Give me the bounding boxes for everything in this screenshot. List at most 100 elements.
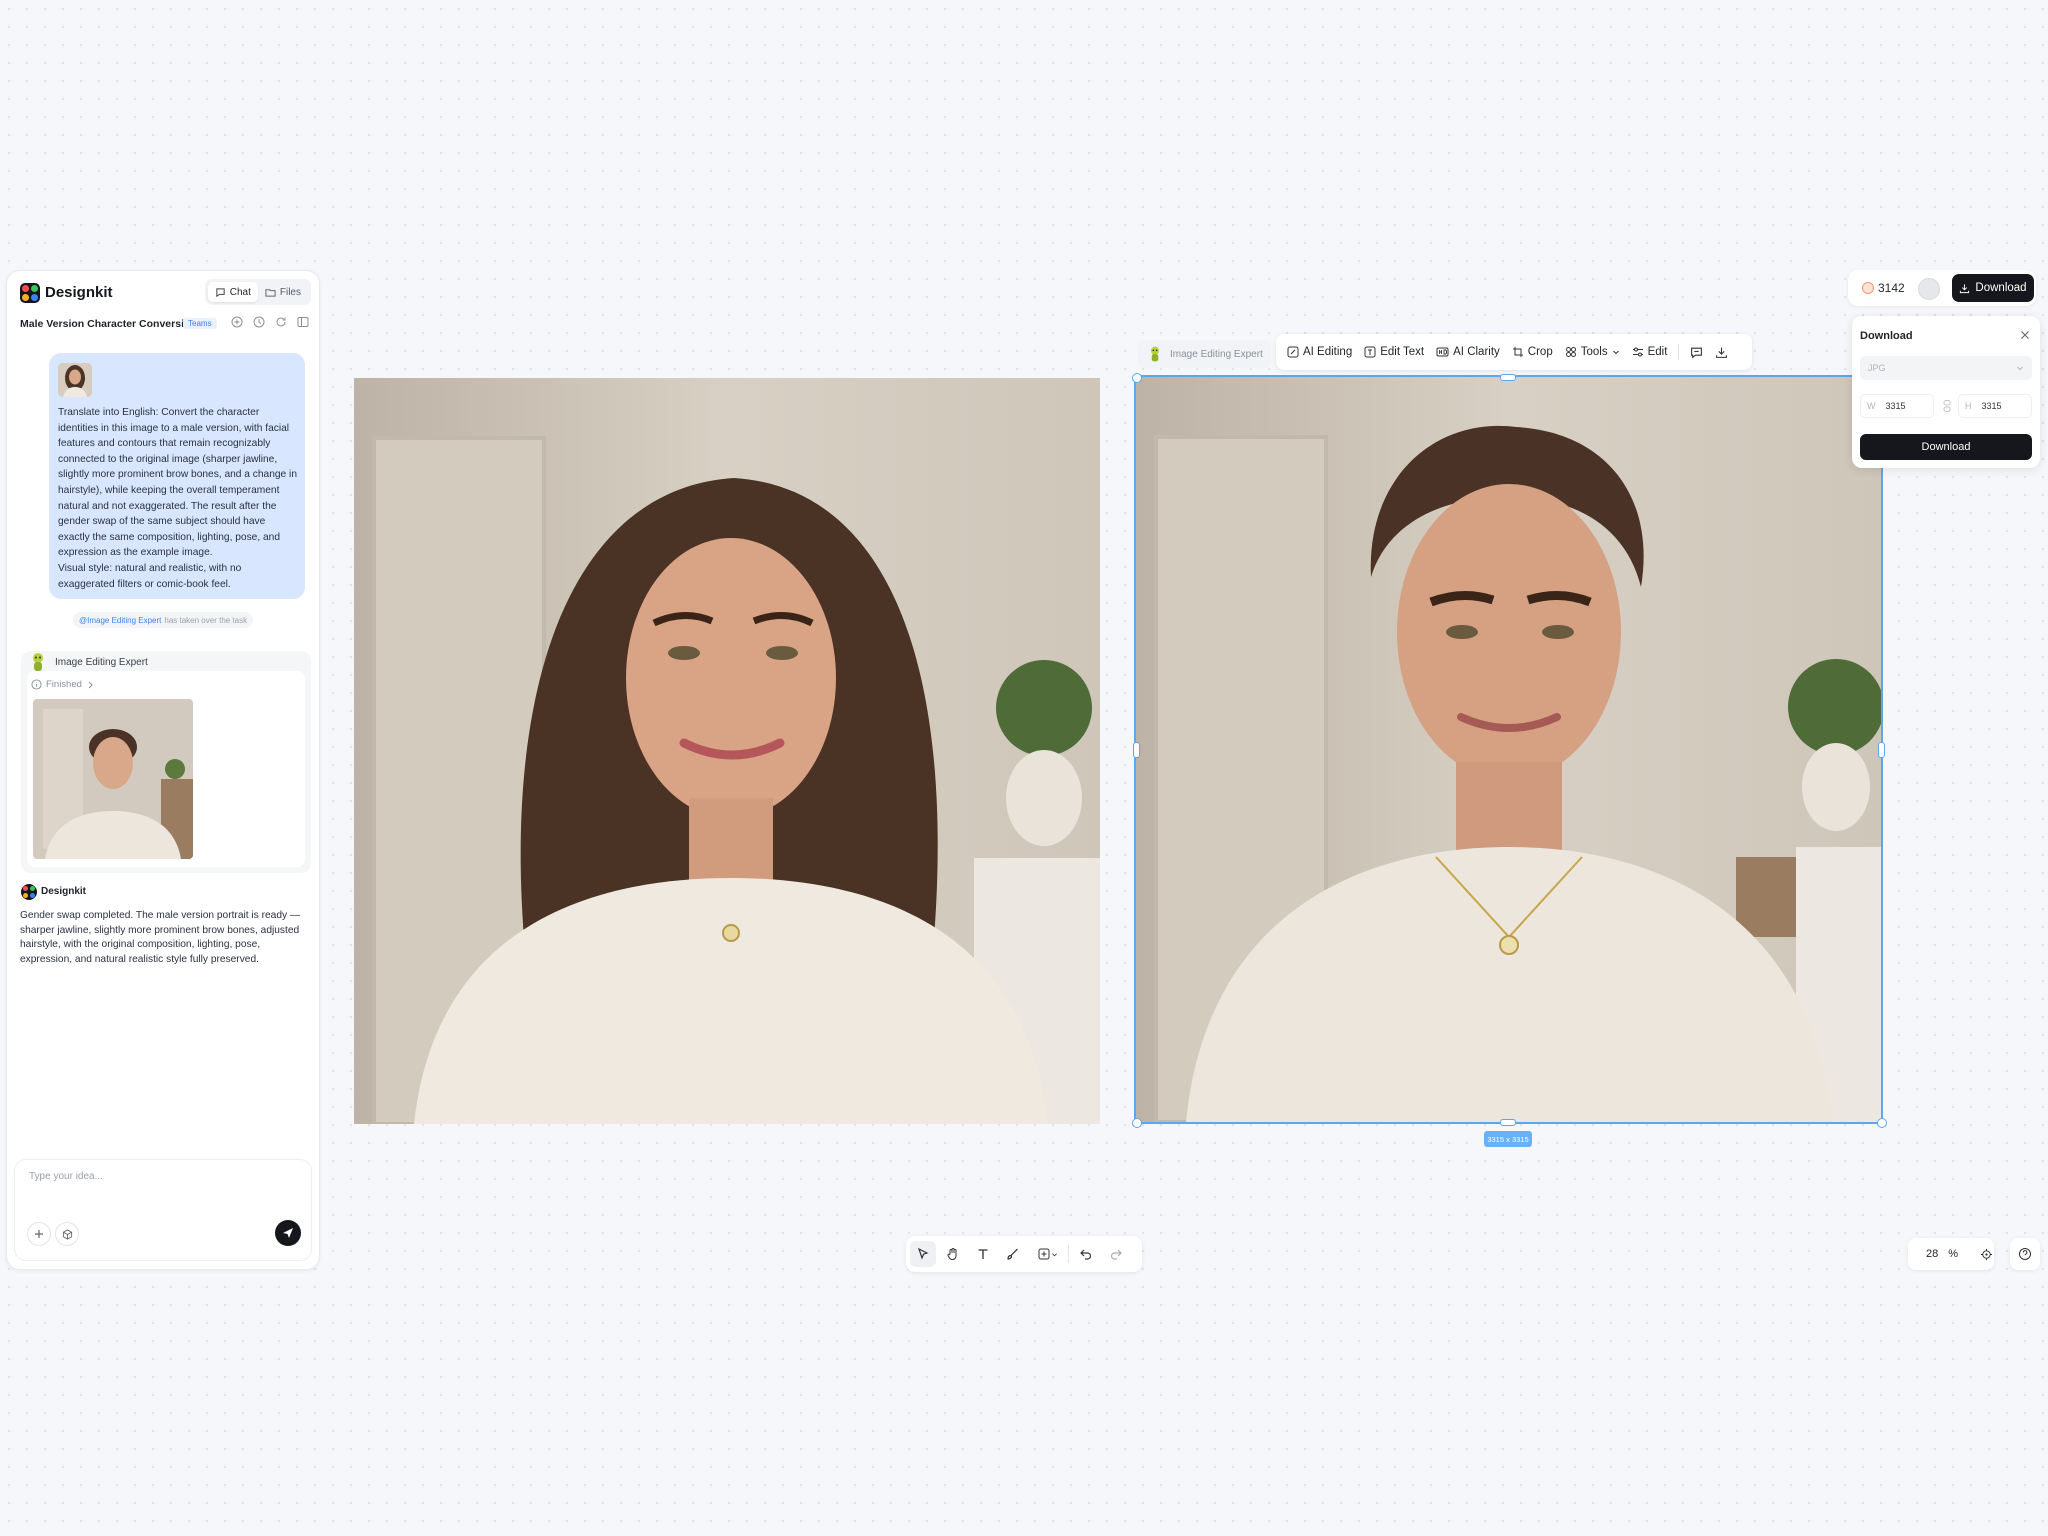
header-actions xyxy=(230,315,309,328)
assistant-message: Gender swap completed. The male version … xyxy=(20,910,301,965)
resize-handle-right[interactable] xyxy=(1878,742,1885,758)
image-toolbar: AI Editing Edit Text AI Clarity Crop Too… xyxy=(1276,334,1752,370)
width-field: W xyxy=(1860,394,1934,418)
aspect-lock-icon[interactable] xyxy=(1943,400,1951,412)
ai-editing-button[interactable]: AI Editing xyxy=(1282,342,1357,362)
toolbar-divider xyxy=(1068,1245,1069,1263)
ai-clarity-button[interactable]: AI Clarity xyxy=(1431,342,1505,362)
height-field: H xyxy=(1958,394,2032,418)
expert-avatar-icon xyxy=(33,653,43,671)
history-icon[interactable] xyxy=(252,315,265,328)
fit-screen-icon[interactable] xyxy=(1980,1248,1993,1261)
text-tool[interactable] xyxy=(970,1241,996,1267)
resize-handle-top[interactable] xyxy=(1500,374,1516,381)
refresh-icon[interactable] xyxy=(274,315,287,328)
chat-panel: Designkit Chat Files Male Version Charac… xyxy=(6,270,320,1270)
user-avatar[interactable] xyxy=(1918,278,1940,300)
crop-button[interactable]: Crop xyxy=(1507,342,1558,362)
expert-output: Finished xyxy=(27,671,305,867)
download-panel: Download JPG W H Download xyxy=(1852,316,2040,468)
expert-mention[interactable]: @Image Editing Expert xyxy=(79,616,161,625)
ai-edit-icon xyxy=(1287,346,1299,358)
close-icon[interactable] xyxy=(2018,328,2032,342)
confirm-download-button[interactable]: Download xyxy=(1860,434,2032,460)
crop-icon xyxy=(1512,347,1523,357)
generated-image[interactable] xyxy=(1134,375,1883,1124)
original-image[interactable] xyxy=(354,378,1100,1124)
resize-handle-bottom-right[interactable] xyxy=(1877,1118,1887,1128)
teams-badge: Teams xyxy=(183,318,217,329)
hand-icon xyxy=(947,1248,957,1260)
send-button[interactable] xyxy=(275,1220,301,1246)
undo-button[interactable] xyxy=(1073,1241,1099,1267)
toolbar-divider xyxy=(1678,344,1680,360)
result-image-thumbnail[interactable] xyxy=(33,699,193,859)
resize-handle-top-left[interactable] xyxy=(1132,373,1142,383)
hd-icon xyxy=(1436,347,1449,357)
cursor-icon xyxy=(917,1247,929,1260)
expert-result-card: Image Editing Expert Finished xyxy=(21,651,311,873)
composer xyxy=(14,1159,312,1261)
model-selector-button[interactable] xyxy=(55,1222,79,1246)
reference-image-thumbnail[interactable] xyxy=(58,363,92,397)
download-button[interactable]: Download xyxy=(1952,274,2034,302)
expert-name: Image Editing Expert xyxy=(55,657,148,668)
sidebar-toggle-icon[interactable] xyxy=(296,315,309,328)
comment-button[interactable] xyxy=(1685,342,1708,363)
canvas-toolbar xyxy=(906,1236,1142,1272)
chevron-right-icon xyxy=(88,681,93,688)
width-input[interactable] xyxy=(1883,400,1932,412)
cube-icon xyxy=(62,1228,72,1240)
resize-handle-bottom[interactable] xyxy=(1500,1119,1516,1126)
folder-icon xyxy=(265,288,276,297)
edit-button[interactable]: Edit xyxy=(1627,342,1673,362)
assistant-name: Designkit xyxy=(41,886,87,897)
plus-icon xyxy=(35,1230,43,1238)
text-icon xyxy=(978,1249,988,1259)
image-expert-tag[interactable]: Image Editing Expert xyxy=(1138,340,1271,368)
download-image-button[interactable] xyxy=(1710,342,1733,363)
add-attachment-button[interactable] xyxy=(27,1222,51,1246)
add-box-icon xyxy=(1038,1248,1049,1260)
comment-icon xyxy=(1691,347,1703,359)
zoom-control: 28 % xyxy=(1908,1238,1994,1270)
resize-handle-left[interactable] xyxy=(1133,742,1140,758)
info-icon xyxy=(31,679,42,690)
project-title: Male Version Character Conversion xyxy=(20,318,197,330)
grid-icon xyxy=(1565,347,1576,357)
download-panel-title: Download xyxy=(1860,330,1913,342)
download-icon xyxy=(1716,347,1728,358)
tab-files[interactable]: Files xyxy=(258,282,308,302)
brush-icon xyxy=(1007,1248,1018,1260)
handover-notice: @Image Editing Expert has taken over the… xyxy=(73,612,254,628)
app-name: Designkit xyxy=(45,284,113,301)
assistant-avatar-icon xyxy=(21,884,37,900)
resize-handle-bottom-left[interactable] xyxy=(1132,1118,1142,1128)
prompt-input[interactable] xyxy=(27,1170,291,1183)
add-circle-icon[interactable] xyxy=(230,315,243,328)
task-status[interactable]: Finished xyxy=(31,679,94,690)
brush-tool[interactable] xyxy=(1000,1241,1026,1267)
zoom-unit: % xyxy=(1948,1248,1959,1260)
sliders-icon xyxy=(1632,347,1643,357)
chevron-down-icon xyxy=(1051,1252,1057,1256)
tab-chat[interactable]: Chat xyxy=(207,282,258,302)
height-input[interactable] xyxy=(1979,400,2028,412)
redo-button[interactable] xyxy=(1103,1241,1129,1267)
zoom-value[interactable]: 28 xyxy=(1926,1248,1938,1260)
view-tabs: Chat Files xyxy=(204,279,311,305)
dimension-badge: 3315 x 3315 xyxy=(1484,1131,1532,1147)
hand-tool[interactable] xyxy=(940,1241,966,1267)
select-tool[interactable] xyxy=(910,1241,936,1267)
chevron-down-icon xyxy=(1612,350,1619,355)
undo-icon xyxy=(1080,1249,1092,1260)
user-message: Translate into English: Convert the char… xyxy=(49,353,305,599)
format-select[interactable]: JPG xyxy=(1860,356,2032,380)
help-button[interactable] xyxy=(2010,1238,2040,1270)
credits-count: 3142 xyxy=(1878,281,1905,295)
help-icon xyxy=(2019,1248,2031,1260)
tools-dropdown[interactable]: Tools xyxy=(1560,342,1625,362)
insert-dropdown[interactable] xyxy=(1030,1241,1064,1267)
chevron-down-icon xyxy=(2017,366,2023,371)
edit-text-button[interactable]: Edit Text xyxy=(1359,342,1429,362)
